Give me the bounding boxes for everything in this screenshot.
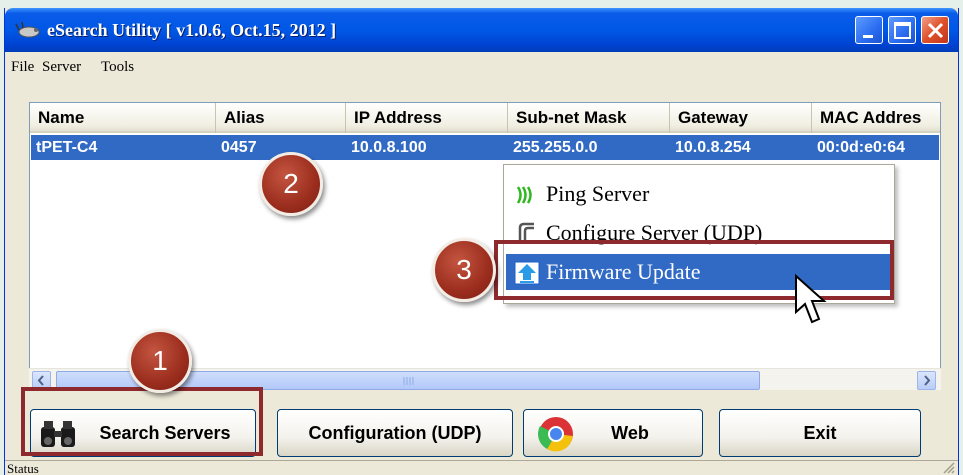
title-bar[interactable]: eSearch Utility [ v1.0.6, Oct.15, 2012 ]	[5, 8, 958, 52]
binoculars-icon	[41, 421, 75, 447]
column-alias[interactable]: Alias	[216, 103, 346, 133]
menu-item-ping-server[interactable]: Ping Server	[506, 176, 892, 212]
configuration-udp-label: Configuration (UDP)	[308, 422, 482, 443]
window-title: eSearch Utility [ v1.0.6, Oct.15, 2012 ]	[47, 20, 337, 40]
ping-wave-icon	[516, 186, 532, 204]
firmware-update-label: Firmware Update	[546, 259, 701, 284]
mouse-cursor-icon	[795, 273, 827, 324]
column-name[interactable]: Name	[30, 103, 216, 133]
search-servers-label: Search Servers	[99, 422, 231, 443]
web-label: Web	[611, 422, 649, 443]
menu-file[interactable]: File	[11, 59, 34, 76]
arrow-right-icon	[924, 375, 931, 386]
resize-grip-icon[interactable]	[942, 461, 956, 474]
cell-mac-address: 00:0d:e0:64	[817, 139, 906, 156]
context-menu: Ping Server Configure Server (UDP) Firmw…	[503, 164, 895, 304]
minimize-icon	[863, 35, 873, 38]
table-row[interactable]: tPET-C4 0457 10.0.8.100 255.255.0.0 10.0…	[31, 135, 939, 160]
menu-item-firmware-update[interactable]: Firmware Update	[506, 254, 892, 290]
column-ip-address[interactable]: IP Address	[346, 103, 508, 133]
status-text: Status	[7, 461, 39, 475]
cell-gateway: 10.0.8.254	[675, 139, 751, 156]
menu-bar: File Server Tools	[5, 52, 958, 82]
menu-server[interactable]: Server	[42, 59, 81, 76]
close-icon	[927, 22, 944, 39]
configure-server-label: Configure Server (UDP)	[546, 220, 763, 245]
configuration-udp-button[interactable]: Configuration (UDP)	[277, 409, 513, 457]
column-gateway[interactable]: Gateway	[670, 103, 812, 133]
search-servers-button[interactable]: Search Servers	[30, 409, 256, 457]
menu-tools[interactable]: Tools	[101, 59, 134, 76]
cell-subnet-mask: 255.255.0.0	[513, 139, 598, 156]
step-3-badge: 3	[432, 238, 496, 302]
scroll-left-button[interactable]	[32, 371, 51, 390]
upload-arrow-icon	[514, 261, 540, 285]
cell-ip-address: 10.0.8.100	[351, 139, 427, 156]
list-header: Name Alias IP Address Sub-net Mask Gatew…	[30, 103, 940, 133]
configure-icon	[518, 222, 534, 244]
exit-button[interactable]: Exit	[719, 409, 921, 457]
column-subnet-mask[interactable]: Sub-net Mask	[508, 103, 670, 133]
maximize-button[interactable]	[888, 16, 916, 44]
maximize-icon	[894, 22, 911, 39]
exit-label: Exit	[803, 422, 837, 443]
app-icon	[15, 21, 40, 38]
chrome-icon	[538, 417, 573, 452]
status-bar: Status	[5, 460, 958, 475]
arrow-left-icon	[37, 375, 44, 386]
close-button[interactable]	[921, 16, 949, 44]
column-mac-address[interactable]: MAC Addres	[812, 103, 940, 133]
web-button[interactable]: Web	[523, 409, 703, 457]
cell-name: tPET-C4	[36, 139, 98, 156]
scroll-right-button[interactable]	[917, 371, 936, 390]
step-2-badge: 2	[259, 152, 323, 216]
ping-server-label: Ping Server	[546, 181, 650, 206]
menu-item-configure-server[interactable]: Configure Server (UDP)	[506, 215, 892, 251]
minimize-button[interactable]	[855, 16, 883, 44]
step-1-badge: 1	[128, 329, 192, 393]
esearch-window: eSearch Utility [ v1.0.6, Oct.15, 2012 ]…	[4, 8, 959, 475]
